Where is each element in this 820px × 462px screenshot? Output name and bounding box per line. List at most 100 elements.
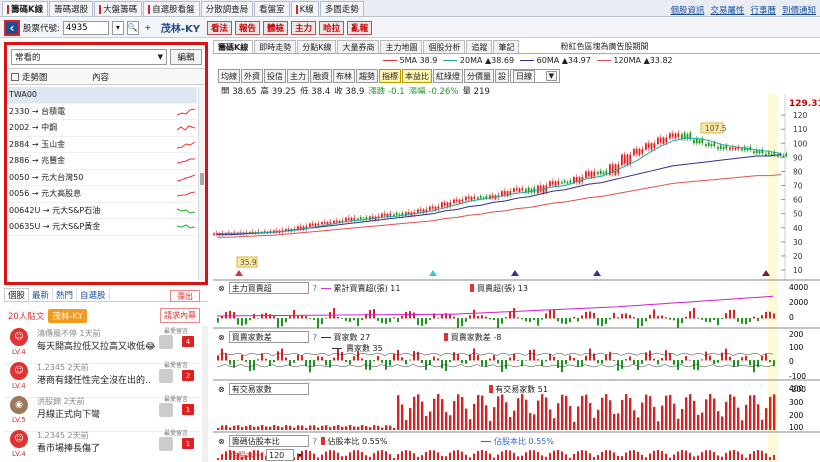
traffic-light-button[interactable]: 紅綠燈 xyxy=(433,69,463,83)
panel-select[interactable]: 買賣家數差 xyxy=(228,331,309,343)
trust-button[interactable]: 投信 xyxy=(264,69,286,83)
search-icon[interactable]: 🔍 xyxy=(126,20,139,35)
list-item[interactable]: 2002 → 中鋼 xyxy=(7,120,197,137)
price-volume-button[interactable]: 分價量 xyxy=(464,69,494,83)
watchlist-select[interactable]: 常看的 ▼ xyxy=(11,49,167,65)
tab-kline[interactable]: K線 xyxy=(290,1,319,16)
rumor-button[interactable]: 亂報 xyxy=(347,20,373,35)
checkbox-icon[interactable] xyxy=(11,72,19,81)
list-item[interactable]: ◉ LV.5 洪股錦 2天前 月線正式向下彎 最愛留言 1 xyxy=(4,394,200,432)
bar xyxy=(717,360,719,363)
mainforce-ind-button[interactable]: 主力 xyxy=(287,69,309,83)
list-item[interactable]: 00635U → 元大S&P黃金 xyxy=(7,219,197,236)
help-icon[interactable]: ? xyxy=(313,437,317,446)
link-stock-info[interactable]: 個股資訊 xyxy=(670,4,704,16)
add-icon[interactable]: + xyxy=(142,21,154,35)
tab-chip-select[interactable]: 籌碼選股 xyxy=(49,1,94,16)
panel-select[interactable]: 有交易家數 xyxy=(228,383,309,395)
candle-body xyxy=(389,213,392,216)
sub-value-select[interactable]: 120 xyxy=(266,449,294,461)
tab-mainforce-map[interactable]: 主力地圖 xyxy=(380,40,423,53)
checkup-button[interactable]: 體檢 xyxy=(263,20,289,35)
link-calendar[interactable]: 行事曆 xyxy=(750,4,776,16)
panel-select[interactable]: 籌碼佔股本比 xyxy=(228,435,309,447)
close-icon[interactable]: ⊗ xyxy=(218,333,225,342)
watchlist-header: 走勢圖 內容 xyxy=(7,68,205,85)
edit-button[interactable]: 編輯 xyxy=(170,49,202,65)
dropdown-icon[interactable]: ▾ xyxy=(111,20,124,35)
margin-button[interactable]: 融資 xyxy=(310,69,332,83)
tab-dispersion[interactable]: 分散調查局 xyxy=(200,1,254,16)
bar xyxy=(425,416,428,430)
tab-hot[interactable]: 熱門 xyxy=(53,288,78,301)
close-icon[interactable]: ⊗ xyxy=(218,437,225,446)
tab-chip-kline-chart[interactable]: 籌碼K線 xyxy=(213,40,254,53)
tab-big-broker[interactable]: 大量券商 xyxy=(337,40,380,53)
bar xyxy=(465,454,467,460)
link-trade-attr[interactable]: 交易屬性 xyxy=(710,4,744,16)
help-icon[interactable]: ? xyxy=(313,333,317,342)
list-item[interactable]: 2330 → 台積電 xyxy=(7,104,197,120)
trend-button[interactable]: 趨勢 xyxy=(356,69,378,83)
pe-button[interactable]: 本益比 xyxy=(402,69,432,83)
ma-button[interactable]: 均線 xyxy=(218,69,240,83)
bar xyxy=(217,356,219,361)
bar xyxy=(757,318,759,322)
bar xyxy=(617,413,620,430)
help-icon[interactable]: ? xyxy=(313,284,317,293)
scroll-thumb[interactable] xyxy=(200,173,204,185)
list-item[interactable]: ☺ LV.4 1.2345 2天前 港商有錢任性完全沒在出的.. 最愛留言 2 xyxy=(4,360,200,398)
list-item[interactable]: 2886 → 兆豐金 xyxy=(7,153,197,170)
bar xyxy=(633,450,635,460)
thumbs-up-icon[interactable] xyxy=(159,369,173,383)
foreign-button[interactable]: 外資 xyxy=(241,69,263,83)
bar xyxy=(633,317,635,319)
bollinger-button[interactable]: 布林 xyxy=(333,69,355,83)
view-button[interactable]: 看法 xyxy=(207,20,233,35)
tab-multi-chart[interactable]: 多圖走勢 xyxy=(319,1,364,16)
request-insider-button[interactable]: 請求內幕 xyxy=(160,308,200,323)
tab-realtime[interactable]: 即時走勢 xyxy=(254,40,297,53)
panel-select[interactable]: 主力買賣超 xyxy=(228,282,309,294)
tab-trading-room[interactable]: 看盤室 xyxy=(254,1,290,16)
stock-chip[interactable]: 茂林-KY xyxy=(48,308,87,323)
mainforce-button[interactable]: 主力 xyxy=(291,20,317,35)
bar xyxy=(485,405,488,430)
tab-notes[interactable]: 筆記 xyxy=(493,40,520,53)
tab-stock-analysis[interactable]: 個股分析 xyxy=(423,40,466,53)
close-icon[interactable]: ⊗ xyxy=(218,385,225,394)
report-button[interactable]: 報告 xyxy=(235,20,261,35)
stock-toolbar: ‹ 股票代號: ▾ 🔍 + 茂林-KY 看法 報告 體檢 主力 哈拉 亂報 xyxy=(0,18,820,38)
list-item[interactable]: 00642U → 元大S&P石油 xyxy=(7,203,197,219)
bar xyxy=(601,318,603,327)
popout-button[interactable]: 彈出 xyxy=(170,290,200,302)
link-price-alert[interactable]: 到價通知 xyxy=(782,4,816,16)
list-item[interactable]: ☺ LV.4 鴻傳風不停 1天前 每天開高拉低又拉高又收低😂 最愛留言 4 xyxy=(4,326,200,364)
thumbs-up-icon[interactable] xyxy=(159,437,173,451)
settings-button[interactable]: 設 xyxy=(495,69,509,83)
collapse-panel-button[interactable]: ‹ xyxy=(4,19,20,36)
watchlist-scrollbar[interactable] xyxy=(198,87,205,280)
period-select[interactable]: 日線 ▼ xyxy=(510,69,560,83)
list-item[interactable]: ☺ LV.4 1.2345 2天前 看市場捧長傷了 最愛留言 1 xyxy=(4,428,200,462)
tab-market-chip[interactable]: 大盤籌碼 xyxy=(94,1,143,16)
tab-stock[interactable]: 個股 xyxy=(4,288,30,301)
chevron-down-icon[interactable]: ▾ xyxy=(298,451,302,460)
tab-watchlist[interactable]: 自選股看盤 xyxy=(143,1,200,16)
list-item[interactable]: TWA00 xyxy=(7,87,197,104)
tab-track[interactable]: 追蹤 xyxy=(466,40,493,53)
thumbs-up-icon[interactable] xyxy=(159,403,173,417)
tab-branch-kline[interactable]: 分點K線 xyxy=(297,40,337,53)
list-item[interactable]: 0056 → 元大高股息 xyxy=(7,186,197,203)
tab-chip-kline[interactable]: 籌碼K線 xyxy=(2,1,49,16)
tab-self-select[interactable]: 自選股 xyxy=(77,288,110,301)
tab-latest[interactable]: 最新 xyxy=(29,288,54,301)
stock-code-input[interactable] xyxy=(62,20,109,35)
list-item[interactable]: 0050 → 元大台灣50 xyxy=(7,170,197,186)
thumbs-up-icon[interactable] xyxy=(159,335,173,349)
indicator-button[interactable]: 指標 xyxy=(379,69,401,83)
chat-button[interactable]: 哈拉 xyxy=(319,20,345,35)
close-icon[interactable]: ⊗ xyxy=(218,284,225,293)
social-scrollbar[interactable] xyxy=(202,326,208,462)
list-item[interactable]: 2884 → 玉山金 xyxy=(7,137,197,153)
